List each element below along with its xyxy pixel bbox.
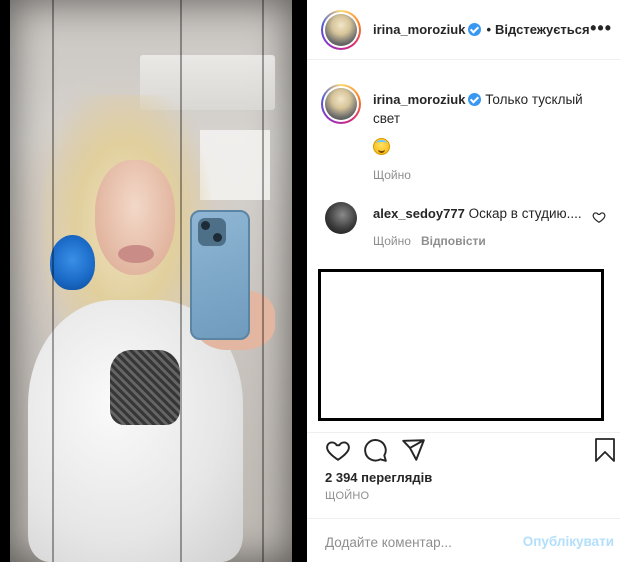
commenter-username[interactable]: alex_sedoy777 <box>373 206 465 221</box>
mirror-seam <box>52 0 54 562</box>
post-timestamp[interactable]: ЩОЙНО <box>325 490 369 502</box>
comment-text: Оскар в студию.... <box>468 206 582 221</box>
commenter-avatar[interactable] <box>325 202 357 234</box>
caption-timestamp[interactable]: Щойно <box>373 168 411 182</box>
add-comment-form: Опублікувати <box>307 518 620 562</box>
caption-username[interactable]: irina_moroziuk <box>373 92 465 107</box>
publish-button[interactable]: Опублікувати <box>523 534 614 549</box>
mirror-seam <box>180 0 182 562</box>
heart-icon[interactable] <box>325 437 351 463</box>
heart-icon[interactable] <box>592 210 606 224</box>
comment-icon[interactable] <box>362 437 388 463</box>
more-options-icon[interactable]: ••• <box>590 18 612 39</box>
views-count[interactable]: 2 394 переглядів <box>325 470 432 485</box>
lips <box>118 245 154 263</box>
bookmark-icon[interactable] <box>593 437 617 463</box>
phone-camera <box>198 218 226 246</box>
verified-badge-icon <box>468 23 482 36</box>
mirror-seam <box>262 0 264 562</box>
verified-badge-icon <box>468 93 482 106</box>
post-header: irina_moroziuk • Відстежується ••• <box>307 0 620 60</box>
separator-dot: • <box>486 22 492 37</box>
avatar[interactable] <box>321 10 361 50</box>
black-lace-top <box>110 350 180 425</box>
reply-button[interactable]: Відповісти <box>421 234 486 248</box>
post-photo[interactable] <box>0 0 307 562</box>
author-username[interactable]: irina_moroziuk <box>373 22 465 37</box>
following-button[interactable]: Відстежується <box>495 22 590 37</box>
caption-avatar[interactable] <box>321 84 361 124</box>
share-icon[interactable] <box>400 437 426 463</box>
blue-smartphone <box>190 210 250 340</box>
redacted-box <box>318 269 604 421</box>
halo-smile-emoji-icon <box>373 138 390 155</box>
post-sidebar: irina_moroziuk • Відстежується ••• irina_m… <box>307 0 620 562</box>
action-bar <box>307 432 620 468</box>
comment-timestamp[interactable]: Щойно <box>373 234 411 248</box>
comment-input[interactable] <box>325 531 515 553</box>
blue-rose <box>50 235 95 290</box>
